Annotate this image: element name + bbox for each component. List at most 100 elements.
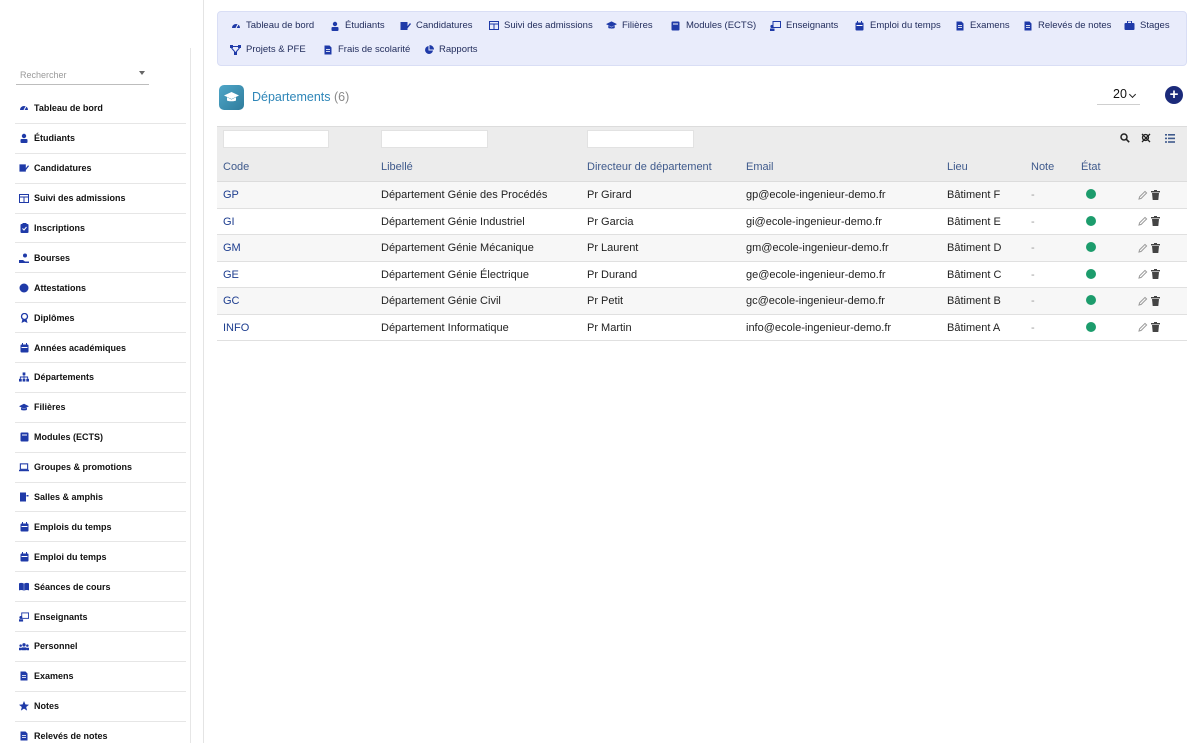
document-icon [19, 731, 29, 741]
clear-filter-icon[interactable] [1140, 132, 1152, 144]
book-icon [670, 20, 681, 31]
calendar-icon [19, 342, 29, 353]
search-icon[interactable] [1119, 132, 1131, 144]
list-view-icon[interactable] [1164, 132, 1176, 144]
sidebar-item[interactable]: Salles & amphis [15, 483, 186, 513]
sidebar-item[interactable]: Filières [15, 393, 186, 423]
topnav-item-label: Relevés de notes [1038, 20, 1112, 31]
edit-icon[interactable] [1137, 242, 1148, 253]
sidebar-item-label: Groupes & promotions [34, 462, 133, 473]
topnav-item-label: Stages [1140, 20, 1170, 31]
cell-code[interactable]: GI [223, 216, 235, 228]
topnav-item[interactable]: Enseignants [770, 20, 838, 31]
column-header-note[interactable]: Note [1031, 161, 1054, 173]
edit-icon[interactable] [1137, 189, 1148, 200]
sidebar-item[interactable]: Étudiants [15, 124, 186, 154]
table-row[interactable]: GE Département Génie Électrique Pr Durand g… [217, 262, 1187, 288]
sidebar-item[interactable]: Enseignants [15, 602, 186, 633]
cell-code[interactable]: GE [223, 269, 239, 281]
sidebar-item[interactable]: Personnel [15, 632, 186, 662]
trash-icon[interactable] [1150, 295, 1161, 306]
open-book-icon [19, 582, 29, 592]
sidebar-item[interactable]: Examens [15, 662, 186, 692]
sidebar-item[interactable]: Relevés de notes [15, 722, 186, 743]
topnav-item[interactable]: Emploi du temps [854, 20, 941, 31]
topnav-item[interactable]: Suivi des admissions [488, 20, 593, 31]
cell-note: - [1031, 215, 1035, 228]
trash-icon[interactable] [1150, 269, 1161, 280]
topnav-item[interactable]: Étudiants [329, 20, 385, 31]
topnav-item[interactable]: Candidatures [400, 20, 473, 31]
page-size-select[interactable]: 20 [1097, 86, 1140, 105]
cell-code[interactable]: GP [223, 189, 239, 201]
cell-label: Département Génie Mécanique [381, 242, 534, 254]
cell-place: Bâtiment F [947, 189, 1001, 201]
topnav-item-label: Suivi des admissions [504, 20, 593, 31]
topnav-item[interactable]: Tableau de bord [230, 20, 314, 31]
sidebar-item[interactable]: Suivi des admissions [15, 184, 186, 214]
sidebar-item[interactable]: Emplois du temps [15, 512, 186, 543]
cell-code[interactable]: GC [223, 295, 240, 307]
sidebar-item[interactable]: Diplômes [15, 303, 186, 334]
sidebar-item[interactable]: Notes [15, 692, 186, 722]
trash-icon[interactable] [1150, 322, 1161, 333]
sidebar-item[interactable]: Inscriptions [15, 214, 186, 244]
topnav-item-label: Rapports [439, 44, 478, 55]
briefcase-icon [1124, 20, 1135, 31]
filter-director-input[interactable] [587, 130, 694, 148]
search-select[interactable]: Rechercher [16, 66, 149, 85]
trash-icon[interactable] [1150, 242, 1161, 253]
cell-code[interactable]: GM [223, 242, 241, 254]
table-row[interactable]: GI Département Génie Industriel Pr Garcia g… [217, 209, 1187, 235]
topnav-item[interactable]: Stages [1124, 20, 1170, 31]
sidebar-item[interactable]: Attestations [15, 273, 186, 304]
topnav-item[interactable]: Examens [954, 20, 1010, 31]
column-header-email[interactable]: Email [746, 161, 774, 173]
column-header-place[interactable]: Lieu [947, 161, 968, 173]
sidebar-item-label: Relevés de notes [34, 731, 108, 742]
filter-label-input[interactable] [381, 130, 488, 148]
filter-code-input[interactable] [223, 130, 329, 148]
edit-icon[interactable] [1137, 216, 1148, 227]
cell-place: Bâtiment D [947, 242, 1002, 254]
student-icon [329, 20, 340, 31]
sidebar-item[interactable]: Années académiques [15, 333, 186, 364]
sidebar-item[interactable]: Modules (ECTS) [15, 423, 186, 453]
column-header-status[interactable]: État [1081, 161, 1101, 173]
sidebar-item[interactable]: Séances de cours [15, 572, 186, 603]
sidebar-item[interactable]: Groupes & promotions [15, 453, 186, 483]
topnav-item[interactable]: Projets & PFE [230, 44, 306, 55]
edit-icon[interactable] [1137, 295, 1148, 306]
sidebar-item[interactable]: Bourses [15, 243, 186, 274]
trash-icon[interactable] [1150, 216, 1161, 227]
cell-code[interactable]: INFO [223, 322, 249, 334]
sidebar-item-label: Tableau de bord [34, 103, 103, 114]
topnav-item[interactable]: Rapports [423, 44, 478, 55]
add-button[interactable]: + [1165, 86, 1183, 104]
sidebar-item[interactable]: Emploi du temps [15, 542, 186, 573]
sidebar-item[interactable]: Tableau de bord [15, 94, 186, 124]
topnav-item[interactable]: Modules (ECTS) [670, 20, 756, 31]
cell-label: Département Génie Électrique [381, 268, 529, 281]
caret-down-icon[interactable] [139, 71, 145, 75]
edit-icon[interactable] [1137, 269, 1148, 280]
column-header-director[interactable]: Directeur de département [587, 161, 712, 173]
table-row[interactable]: GC Département Génie Civil Pr Petit gc@ecol… [217, 288, 1187, 315]
table-row[interactable]: GP Département Génie des Procédés Pr Girar… [217, 182, 1187, 209]
topnav-item[interactable]: Filières [606, 20, 653, 31]
trash-icon[interactable] [1150, 189, 1161, 200]
edit-icon[interactable] [1137, 322, 1148, 333]
column-header-code[interactable]: Code [223, 161, 249, 173]
topnav-item[interactable]: Frais de scolarité [322, 44, 410, 55]
table-row[interactable]: INFO Département Informatique Pr Martin inf… [217, 315, 1187, 341]
column-header-label[interactable]: Libellé [381, 161, 413, 173]
cell-place: Bâtiment B [947, 295, 1001, 307]
topnav-item[interactable]: Relevés de notes [1022, 20, 1111, 31]
sidebar-item[interactable]: Candidatures [15, 154, 186, 184]
sidebar-item-label: Séances de cours [34, 581, 111, 592]
table-row[interactable]: GM Département Génie Mécanique Pr Laurent g… [217, 235, 1187, 262]
page-size-value: 20 [1113, 87, 1127, 101]
status-active-icon [1086, 268, 1096, 279]
sidebar-item[interactable]: Départements [15, 363, 186, 393]
student-icon [19, 133, 29, 144]
